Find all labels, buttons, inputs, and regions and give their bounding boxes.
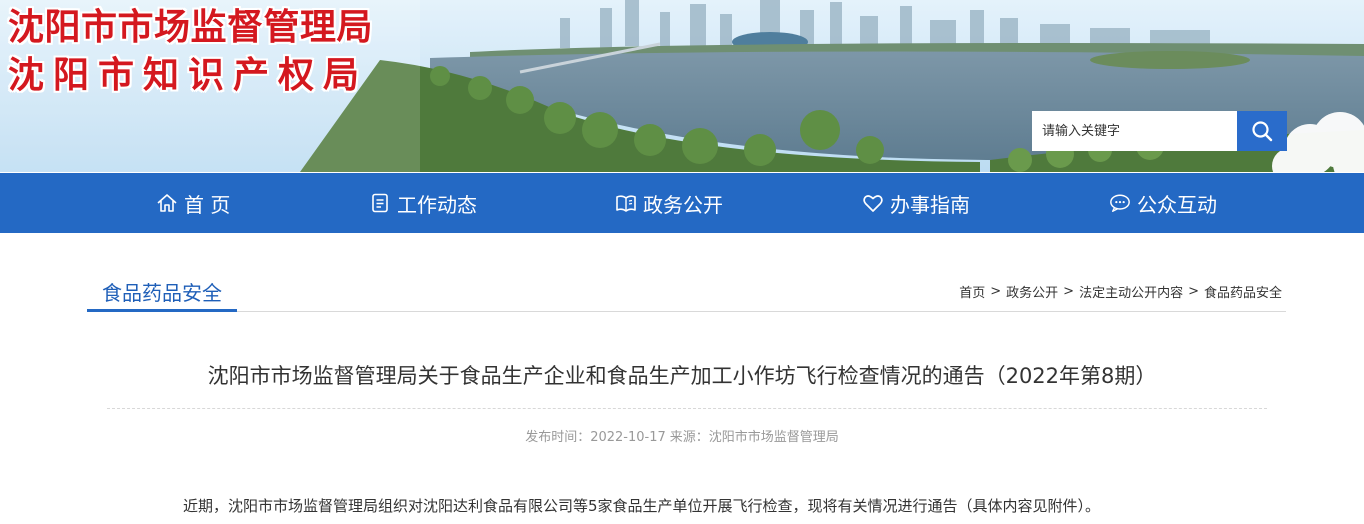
publish-date: 2022-10-17: [590, 430, 666, 445]
section-title: 食品药品安全: [102, 281, 222, 305]
nav-item-service-guide[interactable]: 办事指南: [862, 173, 970, 233]
header-banner: 沈阳市市场监督管理局 沈阳市知识产权局: [0, 0, 1364, 172]
breadcrumb-separator: >: [990, 284, 1002, 299]
article-body-paragraph: 近期，沈阳市市场监督管理局组织对沈阳达利食品有限公司等5家食品生产单位开展飞行检…: [183, 497, 1101, 515]
breadcrumb-home[interactable]: 首页: [959, 282, 985, 301]
chat-icon: [1109, 192, 1131, 214]
nav-item-home[interactable]: 首 页: [156, 173, 230, 233]
nav-label-government-affairs: 政务公开: [643, 192, 723, 217]
article-title: 沈阳市市场监督管理局关于食品生产企业和食品生产加工小作坊飞行检查情况的通告（20…: [207, 364, 1157, 388]
breadcrumb-separator: >: [1063, 284, 1075, 299]
publish-label: 发布时间：: [525, 430, 591, 445]
nav-label-home: 首 页: [184, 192, 231, 217]
nav-item-government-affairs[interactable]: 政务公开: [615, 173, 723, 233]
document-icon: [369, 192, 391, 214]
breadcrumb: 首页 > 政务公开 > 法定主动公开内容 > 食品药品安全: [959, 282, 1282, 301]
breadcrumb-separator: >: [1188, 284, 1199, 299]
book-icon: [615, 192, 637, 214]
search-button[interactable]: [1237, 111, 1287, 151]
search-icon: [1251, 120, 1273, 142]
site-title-line1: 沈阳市市场监督管理局: [8, 7, 374, 48]
site-title-line2: 沈阳市知识产权局: [8, 55, 369, 96]
section-title-underline: [87, 309, 237, 312]
nav-item-work-news[interactable]: 工作动态: [369, 173, 477, 233]
search-box: [1032, 111, 1287, 151]
search-input[interactable]: [1032, 111, 1237, 151]
breadcrumb-food-drug-safety[interactable]: 食品药品安全: [1204, 282, 1282, 301]
nav-item-public-interaction[interactable]: 公众互动: [1109, 173, 1217, 233]
nav-label-public-interaction: 公众互动: [1137, 192, 1217, 217]
nav-label-work-news: 工作动态: [397, 192, 477, 217]
heart-icon: [862, 192, 884, 214]
source-value: 沈阳市市场监督管理局: [708, 430, 839, 445]
title-divider: [107, 408, 1267, 409]
article-meta: 发布时间：2022-10-17 来源：沈阳市市场监督管理局: [0, 426, 1364, 445]
section-divider: [87, 311, 1286, 312]
nav-label-service-guide: 办事指南: [890, 192, 970, 217]
breadcrumb-statutory-disclosure[interactable]: 法定主动公开内容: [1079, 282, 1183, 301]
home-icon: [156, 192, 178, 214]
main-nav: 首 页 工作动态 政务公开 办事指南 公众互动: [0, 173, 1364, 233]
source-label: 来源：: [669, 430, 709, 445]
breadcrumb-government-affairs[interactable]: 政务公开: [1006, 282, 1058, 301]
